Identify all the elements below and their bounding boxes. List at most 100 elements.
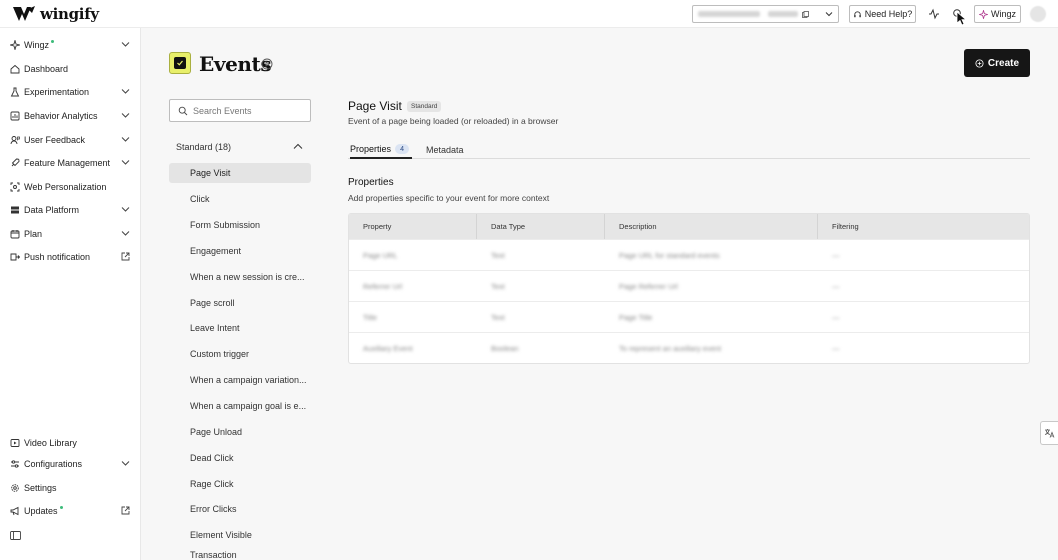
event-list-item[interactable]: Element Visible [169, 525, 311, 545]
event-list-item-label: Engagement [190, 246, 242, 256]
event-list-item-label: Error Clicks [190, 504, 237, 514]
event-list-item[interactable]: Transaction [169, 550, 311, 560]
event-list-item[interactable]: Page Visit [169, 163, 311, 183]
search-events-input[interactable] [193, 105, 303, 116]
table-cell: Boolean [491, 343, 519, 353]
chevron-down-icon [121, 461, 130, 466]
sidebar-item-configurations[interactable]: Configurations [0, 454, 141, 474]
event-group-standard[interactable]: Standard (18) [169, 138, 311, 156]
table-cell: — [832, 281, 840, 291]
sidebar-item-wingz[interactable]: Wingz [0, 35, 141, 55]
wingify-logo-icon [13, 6, 35, 21]
play-circle-icon[interactable] [261, 58, 273, 70]
chevron-down-icon [121, 231, 130, 236]
tab-properties[interactable]: Properties 4 [350, 141, 412, 159]
event-list-item-label: Leave Intent [190, 323, 240, 333]
new-indicator-dot [51, 39, 55, 43]
chevron-down-icon [121, 160, 130, 165]
table-cell: Page URL [363, 250, 398, 260]
event-list-item[interactable]: When a campaign variation... [169, 370, 311, 390]
table-cell: Page Referrer Url [619, 281, 678, 291]
sidebar-item-label: Feature Management [24, 158, 111, 168]
sidebar-item-label: Video Library [24, 438, 77, 448]
sidebar-item-feature-management[interactable]: Feature Management [0, 153, 141, 173]
table-row[interactable]: Auxiliary Event Boolean To represent an … [349, 332, 1029, 363]
sidebar-item-user-feedback[interactable]: User Feedback [0, 130, 141, 150]
rocket-icon [11, 158, 20, 167]
event-list-item[interactable]: Rage Click [169, 474, 311, 494]
user-avatar[interactable] [1030, 6, 1046, 22]
event-list-item[interactable]: Error Clicks [169, 499, 311, 519]
sidebar-item-plan[interactable]: Plan [0, 224, 141, 244]
table-row[interactable]: Referrer Url Text Page Referrer Url — [349, 270, 1029, 301]
collapse-sidebar-icon[interactable] [10, 531, 21, 540]
event-list-item-label: Rage Click [190, 479, 234, 489]
table-cell: To represent an auxiliary event [619, 343, 722, 353]
event-list-item[interactable]: Custom trigger [169, 344, 311, 364]
event-list-item[interactable]: When a campaign goal is e... [169, 396, 311, 416]
section-title: Properties [348, 177, 394, 188]
events-page-icon [169, 52, 191, 74]
translate-icon [1044, 429, 1055, 438]
copy-icon[interactable] [802, 10, 809, 18]
sparkle-icon [10, 40, 20, 50]
event-list-item-label: Page Unload [190, 427, 243, 437]
event-list-item[interactable]: Page Unload [169, 422, 311, 442]
event-list-item-label: Element Visible [190, 530, 252, 540]
table-cell: Page URL for standard events [619, 250, 720, 260]
logo[interactable]: wingify [12, 5, 99, 23]
translate-widget-tab[interactable] [1040, 421, 1058, 445]
workspace-name [698, 11, 760, 17]
create-button-label: Create [987, 57, 1020, 69]
sidebar-item-label: Data Platform [24, 205, 80, 215]
sidebar-item-behavior-analytics[interactable]: Behavior Analytics [0, 106, 141, 126]
sidebar-item-dashboard[interactable]: Dashboard [0, 59, 141, 79]
sidebar-item-settings[interactable]: Settings [0, 478, 141, 498]
mouse-cursor-icon [956, 11, 967, 26]
table-row[interactable]: Title Text Page Title — [349, 301, 1029, 332]
table-header: Property Data Type Description Filtering [349, 214, 1029, 239]
sidebar-item-push-notification[interactable]: Push notification [0, 247, 141, 267]
sidebar-item-updates[interactable]: Updates [0, 501, 141, 521]
column-header: Filtering [832, 222, 859, 231]
event-list-item[interactable]: When a new session is cre... [169, 267, 311, 287]
sidebar-item-web-personalization[interactable]: Web Personalization [0, 177, 141, 197]
calendar-icon [10, 230, 20, 239]
workspace-id [768, 11, 798, 17]
table-cell: Title [363, 312, 377, 322]
sidebar-item-video-library[interactable]: Video Library [0, 433, 141, 453]
wingz-button[interactable]: Wingz [974, 5, 1021, 23]
external-link-icon [121, 506, 130, 515]
workspace-select[interactable] [692, 5, 839, 23]
event-type-badge: Standard [407, 101, 442, 112]
logo-text: wingify [40, 5, 99, 23]
table-row[interactable]: Page URL Text Page URL for standard even… [349, 239, 1029, 270]
need-help-button[interactable]: Need Help? [849, 5, 916, 23]
home-icon [10, 64, 20, 74]
sidebar-item-label: User Feedback [24, 135, 86, 145]
sidebar-item-label: Behavior Analytics [24, 111, 98, 121]
event-list-item-label: Custom trigger [190, 349, 250, 359]
database-icon [11, 206, 19, 214]
sidebar-item-data-platform[interactable]: Data Platform [0, 200, 141, 220]
activity-icon[interactable] [928, 8, 940, 20]
event-list-item[interactable]: Form Submission [169, 215, 311, 235]
push-icon [10, 253, 20, 261]
event-list-item[interactable]: Click [169, 189, 311, 209]
search-events-box[interactable] [169, 99, 311, 122]
event-list-item[interactable]: Engagement [169, 241, 311, 261]
chevron-down-icon [121, 137, 130, 142]
table-cell: — [832, 343, 840, 353]
event-list-item[interactable]: Leave Intent [169, 318, 311, 338]
event-group-label: Standard (18) [176, 142, 232, 152]
sidebar-item-experimentation[interactable]: Experimentation [0, 82, 141, 102]
create-button[interactable]: Create [964, 49, 1030, 77]
event-detail-title: Page Visit [348, 99, 402, 113]
table-cell: — [832, 312, 840, 322]
event-list-item[interactable]: Dead Click [169, 448, 311, 468]
external-link-icon [121, 252, 130, 261]
table-cell: Referrer Url [363, 281, 403, 291]
tab-metadata[interactable]: Metadata [426, 141, 464, 159]
top-bar: wingify Need Help? Wingz [0, 0, 1058, 28]
event-list-item[interactable]: Page scroll [169, 293, 311, 313]
